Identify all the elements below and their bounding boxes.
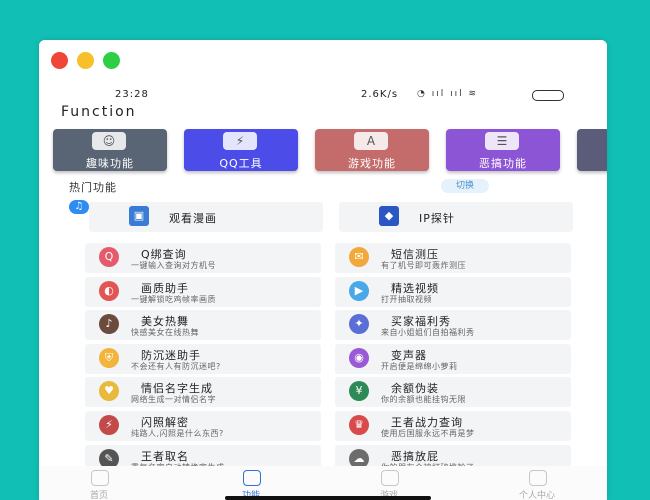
bottom-tab-bar: 首页 功能 游戏 个人中心 [39, 466, 607, 500]
signal-wifi-icon: ◔ ııl ııl ≋ [417, 89, 478, 99]
tab-games[interactable]: 游戏 [349, 466, 429, 500]
category-qq-tools[interactable]: ⚡ QQ工具 [184, 129, 298, 171]
status-time: 23:28 [115, 89, 149, 100]
feature-card[interactable]: ◐ 画质助手 一键解锁吃鸡帧率画质 [85, 276, 321, 307]
switch-button[interactable]: 切换 [441, 179, 489, 193]
tab-home[interactable]: 首页 [59, 466, 139, 500]
category-games[interactable]: A 游戏功能 [315, 129, 429, 171]
tab-label: 首页 [89, 491, 108, 500]
home-icon [91, 470, 109, 486]
network-speed: 2.6K/s [361, 89, 399, 100]
feature-card[interactable]: ⛨ 防沉迷助手 不会还有人有防沉迷吧? [85, 343, 321, 374]
feature-card[interactable]: ▶ 精选视频 打开抽取视频 [335, 276, 571, 307]
hot-item-comic[interactable]: ▣ 观看漫画 [89, 202, 323, 232]
category-label: 游戏功能 [348, 157, 396, 170]
feature-icon: ▶ [349, 280, 369, 301]
feature-icon: ✉ [349, 247, 369, 267]
bolt-icon: ⚡ [223, 132, 257, 150]
comic-icon: ▣ [129, 206, 149, 226]
music-float-icon[interactable]: ♫ [69, 200, 89, 214]
list-icon: ☰ [485, 132, 519, 150]
feature-desc: 网络生成一对情侣名字 [131, 395, 216, 405]
hot-item-ip-probe[interactable]: ◆ IP探针 [339, 202, 573, 232]
feature-desc: 来自小姐姐们自拍福利秀 [381, 328, 475, 338]
cube-icon [243, 470, 261, 486]
feature-desc: 使用后国服永远不再是梦 [381, 429, 475, 438]
feature-desc: 打开抽取视频 [381, 294, 432, 304]
home-indicator [225, 496, 431, 500]
feature-card[interactable]: ♪ 美女热舞 快感美女在线热舞 [85, 310, 321, 341]
feature-desc: 纯路人,闪照是什么东西? [131, 429, 224, 438]
gamepad-icon [381, 470, 399, 486]
feature-card[interactable]: ⚡ 闪照解密 纯路人,闪照是什么东西? [85, 411, 321, 441]
feature-icon: ♪ [99, 314, 119, 335]
close-window-button[interactable] [51, 52, 68, 69]
feature-icon: ⚡ [99, 415, 119, 435]
category-label: 趣味功能 [86, 157, 134, 170]
feature-desc: 有了机号即可轰炸测压 [381, 261, 466, 270]
feature-icon: ◐ [99, 280, 119, 301]
feature-card[interactable]: ¥ 余额伪装 你的余额也能挂钩无限 [335, 377, 571, 408]
tab-functions[interactable]: 功能 [211, 466, 291, 500]
feature-card[interactable]: ♛ 王者战力查询 使用后国服永远不再是梦 [335, 411, 571, 441]
feature-card[interactable]: ♥ 情侣名字生成 网络生成一对情侣名字 [85, 377, 321, 408]
game-icon: A [354, 132, 388, 150]
category-prank[interactable]: ☰ 恶搞功能 [446, 129, 560, 171]
feature-card[interactable]: Q Q绑查询 一键输入查询对方机号 [85, 243, 321, 273]
hot-section-title: 热门功能 [69, 181, 117, 194]
feature-card[interactable]: ✦ 买家福利秀 来自小姐姐们自拍福利秀 [335, 310, 571, 341]
feature-desc: 快感美女在线热舞 [131, 328, 199, 338]
maximize-window-button[interactable] [103, 52, 120, 69]
category-row: ☺ 趣味功能 ⚡ QQ工具 A 游戏功能 ☰ 恶搞功能 [53, 129, 607, 173]
feature-icon: ⛨ [99, 347, 119, 368]
feature-icon: Q [99, 247, 119, 267]
feature-desc: 一键输入查询对方机号 [131, 261, 216, 270]
window-titlebar [39, 40, 607, 84]
feature-name: IP探针 [419, 212, 455, 225]
battery-icon [532, 90, 564, 101]
feature-desc: 开启便是绵绵小萝莉 [381, 361, 458, 371]
feature-icon: ¥ [349, 381, 369, 402]
minimize-window-button[interactable] [77, 52, 94, 69]
hot-features: ▣ 观看漫画 ◆ IP探针 [69, 198, 589, 238]
tab-label: 个人中心 [518, 491, 555, 500]
page-title: Function [61, 104, 137, 120]
lock-icon: ◆ [379, 206, 399, 226]
category-more[interactable] [577, 129, 607, 171]
feature-card[interactable]: ◉ 变声器 开启便是绵绵小萝莉 [335, 343, 571, 374]
feature-icon: ◉ [349, 347, 369, 368]
profile-icon [529, 470, 547, 486]
app-window: 23:28 2.6K/s ◔ ııl ııl ≋ Function ☺ 趣味功能… [39, 40, 607, 500]
category-label: 恶搞功能 [479, 157, 527, 170]
category-fun[interactable]: ☺ 趣味功能 [53, 129, 167, 171]
status-bar: 23:28 2.6K/s ◔ ııl ııl ≋ [39, 88, 607, 104]
tab-profile[interactable]: 个人中心 [497, 466, 577, 500]
smile-icon: ☺ [92, 132, 126, 150]
category-label: QQ工具 [219, 157, 263, 170]
feature-card[interactable]: ✉ 短信测压 有了机号即可轰炸测压 [335, 243, 571, 273]
feature-desc: 你的余额也能挂钩无限 [381, 395, 466, 405]
feature-icon: ♥ [99, 381, 119, 402]
feature-desc: 一键解锁吃鸡帧率画质 [131, 294, 216, 304]
feature-name: 观看漫画 [169, 212, 217, 225]
feature-icon: ♛ [349, 415, 369, 435]
feature-icon: ✦ [349, 314, 369, 335]
feature-desc: 不会还有人有防沉迷吧? [131, 361, 221, 371]
